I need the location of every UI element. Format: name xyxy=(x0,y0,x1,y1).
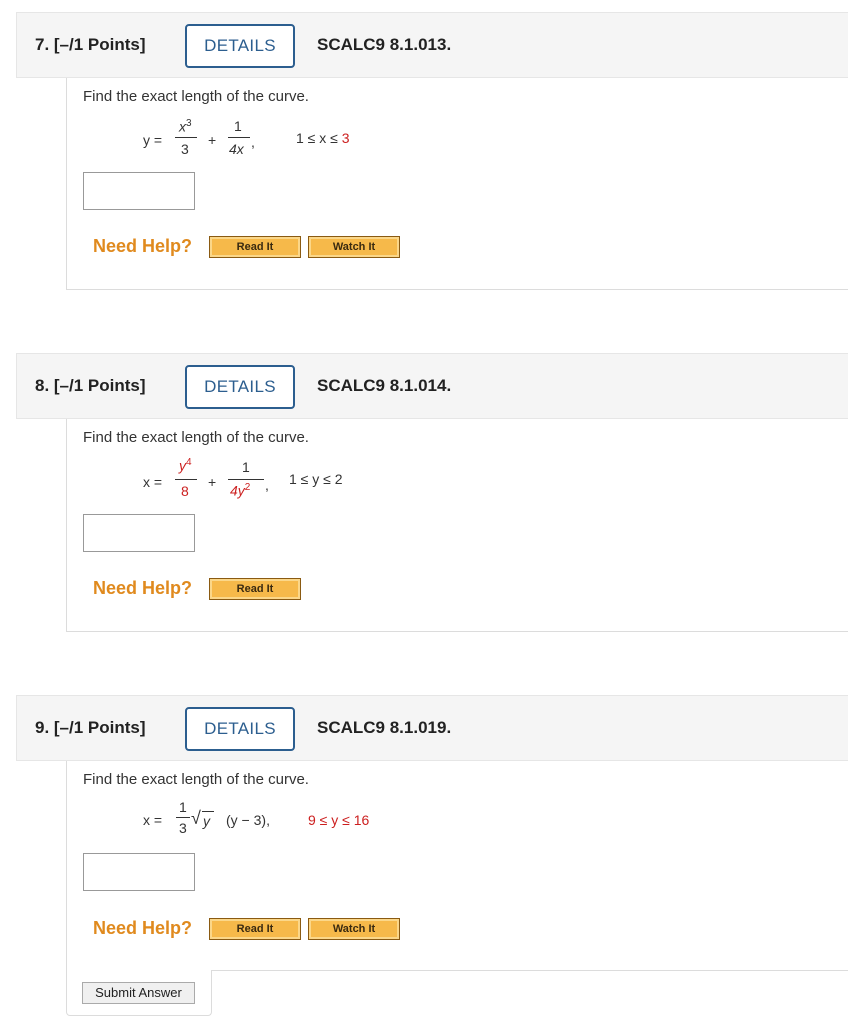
submit-answer-button[interactable]: Submit Answer xyxy=(82,982,195,1004)
radical-overline xyxy=(202,811,214,812)
equation-lhs: x = xyxy=(143,812,163,828)
equation-num2: 1 xyxy=(242,459,250,475)
equation-rest: (y − 3), xyxy=(226,812,270,828)
equation-comma: , xyxy=(265,477,269,493)
read-it-button[interactable]: Read It xyxy=(209,578,301,600)
answer-input[interactable] xyxy=(83,172,195,210)
equation-den2: 4x xyxy=(229,141,244,157)
details-button[interactable]: DETAILS xyxy=(185,707,295,751)
fraction-line xyxy=(175,137,197,138)
question-9-body: Find the exact length of the curve. x = … xyxy=(66,761,848,970)
equation-range: 9 ≤ y ≤ 16 xyxy=(308,812,370,828)
equation-plus: + xyxy=(208,474,217,490)
equation-num: 1 xyxy=(179,799,187,815)
fraction-line xyxy=(228,137,250,138)
question-number: 7. [–/1 Points] xyxy=(35,35,146,54)
num1-base: x xyxy=(179,118,186,135)
num1-exp: 3 xyxy=(186,118,192,129)
question-number: 8. [–/1 Points] xyxy=(35,376,146,395)
fraction-line xyxy=(228,479,264,480)
need-help-label: Need Help? xyxy=(93,578,193,598)
num1-base: y xyxy=(179,457,186,474)
den2-exp: 2 xyxy=(244,482,251,493)
fraction-line xyxy=(176,817,190,818)
equation-comma: , xyxy=(251,134,255,150)
answer-input[interactable] xyxy=(83,514,195,552)
equation-lhs: x = xyxy=(143,474,163,490)
fraction-line xyxy=(175,479,197,480)
equation-den1: 8 xyxy=(181,483,189,499)
need-help-label: Need Help? xyxy=(93,236,193,256)
need-help-label: Need Help? xyxy=(93,918,193,938)
question-8-body: Find the exact length of the curve. x = … xyxy=(66,419,848,632)
range-prefix: 1 ≤ x ≤ xyxy=(296,130,342,146)
question-code: SCALC9 8.1.014. xyxy=(317,376,452,395)
equation-num2: 1 xyxy=(234,118,242,134)
equation-range: 1 ≤ y ≤ 2 xyxy=(289,471,343,487)
equation-num1: x3 xyxy=(179,118,192,135)
question-code: SCALC9 8.1.019. xyxy=(317,718,452,737)
den2-base: 4y xyxy=(230,482,245,499)
question-prompt: Find the exact length of the curve. xyxy=(83,429,309,446)
equation-radicand: y xyxy=(203,813,210,829)
read-it-button[interactable]: Read It xyxy=(209,236,301,258)
read-it-button[interactable]: Read It xyxy=(209,918,301,940)
question-number: 9. [–/1 Points] xyxy=(35,718,146,737)
equation-den1: 3 xyxy=(181,141,189,157)
radical-sign: √ xyxy=(191,808,201,828)
equation-den2: 4y2 xyxy=(230,482,250,499)
range-value: 3 xyxy=(341,130,350,146)
question-code: SCALC9 8.1.013. xyxy=(317,35,452,54)
answer-input[interactable] xyxy=(83,853,195,891)
question-7-body: Find the exact length of the curve. y = … xyxy=(66,78,848,290)
equation-range: 1 ≤ x ≤ 3 xyxy=(296,130,350,146)
question-prompt: Find the exact length of the curve. xyxy=(83,88,309,105)
details-button[interactable]: DETAILS xyxy=(185,365,295,409)
equation-lhs: y = xyxy=(143,132,163,148)
num1-exp: 4 xyxy=(186,457,192,468)
equation-num1: y4 xyxy=(179,457,192,474)
watch-it-button[interactable]: Watch It xyxy=(308,236,400,258)
equation-plus: + xyxy=(208,132,217,148)
equation-den: 3 xyxy=(179,820,187,836)
watch-it-button[interactable]: Watch It xyxy=(308,918,400,940)
question-9-header: 9. [–/1 Points] DETAILS SCALC9 8.1.019. xyxy=(16,695,848,761)
question-8-header: 8. [–/1 Points] DETAILS SCALC9 8.1.014. xyxy=(16,353,848,419)
question-prompt: Find the exact length of the curve. xyxy=(83,771,309,788)
divider xyxy=(212,970,848,971)
question-7-header: 7. [–/1 Points] DETAILS SCALC9 8.1.013. xyxy=(16,12,848,78)
details-button[interactable]: DETAILS xyxy=(185,24,295,68)
